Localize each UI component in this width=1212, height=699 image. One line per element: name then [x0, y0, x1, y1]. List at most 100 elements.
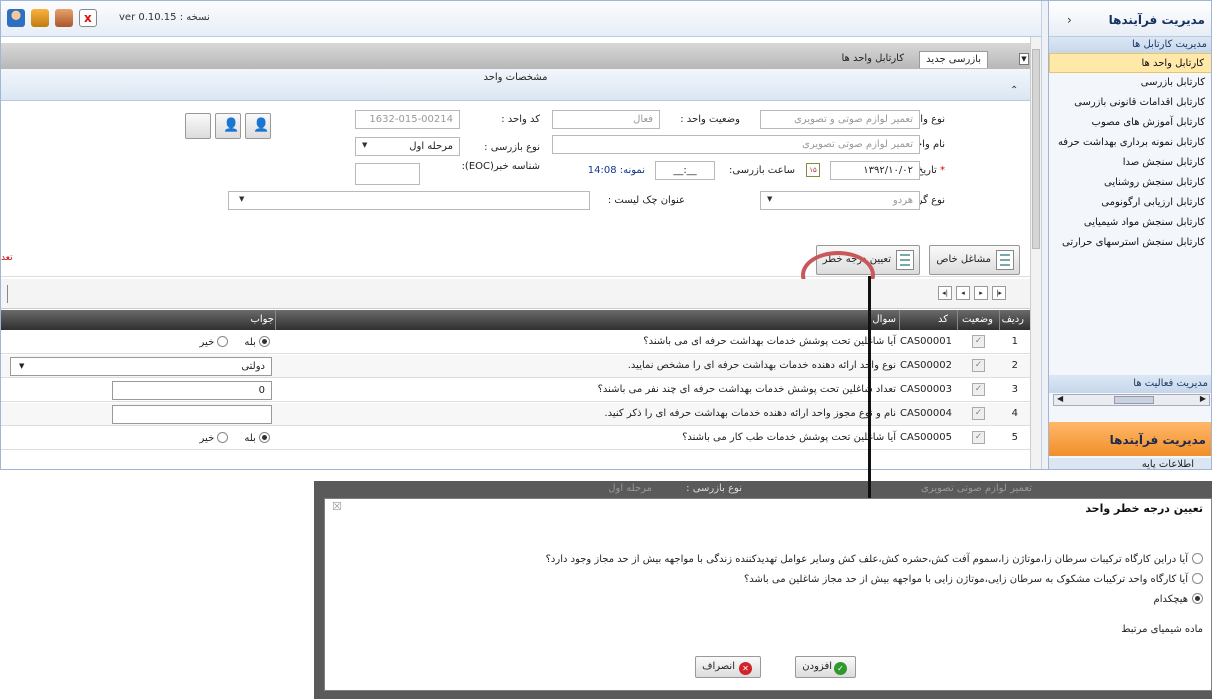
cancel-button[interactable]: ✕ انصراف — [695, 656, 761, 678]
unit-status-field[interactable]: فعال — [552, 110, 660, 129]
sidebar-item-heat-stress[interactable]: کارتابل سنجش استرسهای حرارتی — [1049, 233, 1211, 253]
scroll-thumb[interactable] — [1032, 49, 1040, 249]
row-number: 1 — [1011, 336, 1018, 347]
user-light-button[interactable]: 👤 — [215, 113, 241, 139]
status-checkbox[interactable]: ✓ — [972, 359, 985, 372]
group-type-select[interactable]: هردو ▼ — [760, 191, 920, 210]
sidebar-info[interactable]: اطلاعات پایه — [1049, 458, 1211, 469]
answer-radios: بله خیر — [200, 336, 270, 348]
sidebar-item-chemicals[interactable]: کارتابل سنجش مواد شیمیایی — [1049, 213, 1211, 233]
eoc-field[interactable] — [355, 163, 420, 185]
col-answer[interactable]: جواب — [250, 314, 274, 325]
radio-no-label: خیر — [199, 337, 215, 348]
close-icon[interactable]: ☒ — [332, 500, 342, 513]
table-row[interactable]: 5 ✓ CAS00005 آیا شاغلین تحت پوشش خدمات ط… — [1, 427, 1030, 450]
cancel-button-label: انصراف — [702, 661, 735, 672]
col-code[interactable]: کد — [938, 314, 948, 325]
status-checkbox[interactable]: ✓ — [972, 431, 985, 444]
col-row[interactable]: ردیف — [1002, 314, 1024, 325]
blank-button[interactable] — [185, 113, 211, 139]
row-number: 5 — [1011, 432, 1018, 443]
sidebar-item-noise[interactable]: کارتابل سنجش صدا — [1049, 153, 1211, 173]
sidebar-item-inspection[interactable]: کارتابل بازرسی — [1049, 73, 1211, 93]
sidebar-item-units[interactable]: کارتابل واحد ها — [1049, 53, 1211, 73]
unit-type-field[interactable]: تعمیر لوازم صوتی و تصویری — [760, 110, 920, 129]
list-icon — [996, 250, 1014, 270]
col-status[interactable]: وضعیت — [962, 314, 993, 325]
tab-units[interactable]: کارتابل واحد ها — [835, 51, 910, 68]
answer-number-input[interactable]: 0 — [112, 381, 272, 400]
user-icon[interactable] — [7, 9, 25, 27]
unit-status-label: وضعیت واحد : — [680, 114, 740, 125]
ghost-field: تعمیر لوازم صوتی تصویری — [921, 483, 1032, 494]
sidebar-item-trainings[interactable]: کارتابل آموزش های مصوب — [1049, 113, 1211, 133]
sidebar-title-text: مدیریت فرآیندها — [1108, 13, 1205, 27]
status-checkbox[interactable]: ✓ — [972, 383, 985, 396]
sidebar-scrollbar[interactable]: ◀ ▶ — [1053, 394, 1210, 406]
table-row[interactable]: 3 ✓ CAS00003 تعداد شاغلین تحت پوشش خدمات… — [1, 379, 1030, 402]
sidebar-scroll-thumb[interactable] — [1114, 396, 1154, 404]
sidebar: مدیریت فرآیندها ‹ مدیریت کارتابل ها کارت… — [1048, 1, 1211, 469]
risk-level-button[interactable]: تعیین درجه خطر — [815, 245, 920, 275]
risk-level-dialog: تعیین درجه خطر واحد ☒ آیا دراین کارگاه ت… — [324, 498, 1212, 691]
radio-yes[interactable] — [259, 336, 270, 347]
table-row[interactable]: 2 ✓ CAS00002 نوع واحد ارائه دهنده خدمات … — [1, 355, 1030, 378]
option-suspected[interactable]: آیا کارگاه واحد ترکیبات مشکوک به سرطان ز… — [744, 573, 1203, 585]
radio-option-2[interactable] — [1192, 573, 1203, 584]
status-checkbox[interactable]: ✓ — [972, 335, 985, 348]
tab-new-inspection[interactable]: بازرسی جدید — [919, 51, 988, 68]
special-jobs-button[interactable]: مشاغل خاص — [929, 245, 1020, 275]
sidebar-item-sampling[interactable]: کارتابل نمونه برداری بهداشت حرفه — [1049, 133, 1211, 153]
radio-option-1[interactable] — [1192, 553, 1203, 564]
radio-option-3[interactable] — [1192, 593, 1203, 604]
radio-yes-label: بله — [244, 337, 256, 348]
col-question[interactable]: سوال — [872, 314, 896, 325]
sidebar-item-legal-actions[interactable]: کارتابل اقدامات قانونی بازرسی — [1049, 93, 1211, 113]
sidebar-activities[interactable]: مدیریت فعالیت ها — [1049, 375, 1211, 393]
inspection-type-select[interactable]: مرحله اول ▼ — [355, 137, 460, 156]
user-icon: 👤 — [223, 118, 240, 133]
grid-header: ردیف وضعیت کد سوال جواب — [1, 310, 1030, 330]
prev-page-icon[interactable]: ◂ — [956, 286, 970, 300]
answer-text-input[interactable] — [112, 405, 272, 424]
last-page-icon[interactable]: |▸ — [992, 286, 1006, 300]
inspection-time-field[interactable]: __:__ — [655, 161, 715, 180]
option-none[interactable]: هیچکدام — [1153, 593, 1203, 605]
unit-code-field[interactable]: 1632-015-00214 — [355, 110, 460, 129]
sidebar-item-ergonomics[interactable]: کارتابل ارزیابی ارگونومی — [1049, 193, 1211, 213]
answer-select[interactable]: دولتی ▼ — [10, 357, 272, 376]
checklist-select[interactable]: ▼ — [228, 191, 590, 210]
status-checkbox[interactable]: ✓ — [972, 407, 985, 420]
add-button[interactable]: ✓افزودن — [795, 656, 856, 678]
next-page-icon[interactable]: ▸ — [974, 286, 988, 300]
calendar-icon[interactable]: ۱۵ — [806, 163, 820, 177]
pointer-arrow — [868, 276, 871, 504]
collapse-icon[interactable]: ⌃ — [1010, 85, 1018, 96]
sidebar-item-lighting[interactable]: کارتابل سنجش روشنایی — [1049, 173, 1211, 193]
radio-no[interactable] — [217, 336, 229, 347]
chevron-left-icon[interactable]: ‹ — [1067, 13, 1072, 27]
content-scrollbar[interactable] — [1030, 37, 1041, 469]
option-3-label: هیچکدام — [1153, 594, 1189, 605]
book-icon[interactable] — [55, 9, 73, 27]
row-number: 2 — [1011, 360, 1018, 371]
radio-no[interactable] — [217, 432, 229, 443]
user-dark-button[interactable]: 👤 — [245, 113, 271, 139]
inspection-date-field[interactable]: ۱۳۹۲/۱۰/۰۲ — [830, 161, 920, 180]
row-code: CAS00001 — [900, 336, 952, 347]
package-icon[interactable] — [31, 9, 49, 27]
splitter[interactable] — [1041, 1, 1048, 469]
first-page-icon[interactable]: ◂| — [938, 286, 952, 300]
scroll-right-icon[interactable]: ▶ — [1200, 394, 1206, 403]
radio-yes[interactable] — [259, 432, 270, 443]
option-carcinogens[interactable]: آیا دراین کارگاه ترکیبات سرطان زا،موتاژن… — [546, 553, 1203, 565]
version-label: نسخه : ver 0.10.15 — [119, 12, 210, 23]
sidebar-subheader[interactable]: مدیریت کارتابل ها — [1049, 37, 1211, 53]
table-row[interactable]: 4 ✓ CAS00004 نام و نوع مجوز واحد ارائه د… — [1, 403, 1030, 426]
unit-name-field[interactable]: تعمیر لوازم صوتی تصویری — [552, 135, 920, 154]
tab-menu-icon[interactable]: ▼ — [1019, 53, 1029, 65]
table-row[interactable]: 1 ✓ CAS00001 آیا شاغلین تحت پوشش خدمات ب… — [1, 331, 1030, 354]
scroll-left-icon[interactable]: ◀ — [1057, 394, 1063, 403]
close-file-icon[interactable]: x — [79, 9, 97, 27]
sidebar-processes[interactable]: مدیریت فرآیندها — [1049, 422, 1211, 456]
